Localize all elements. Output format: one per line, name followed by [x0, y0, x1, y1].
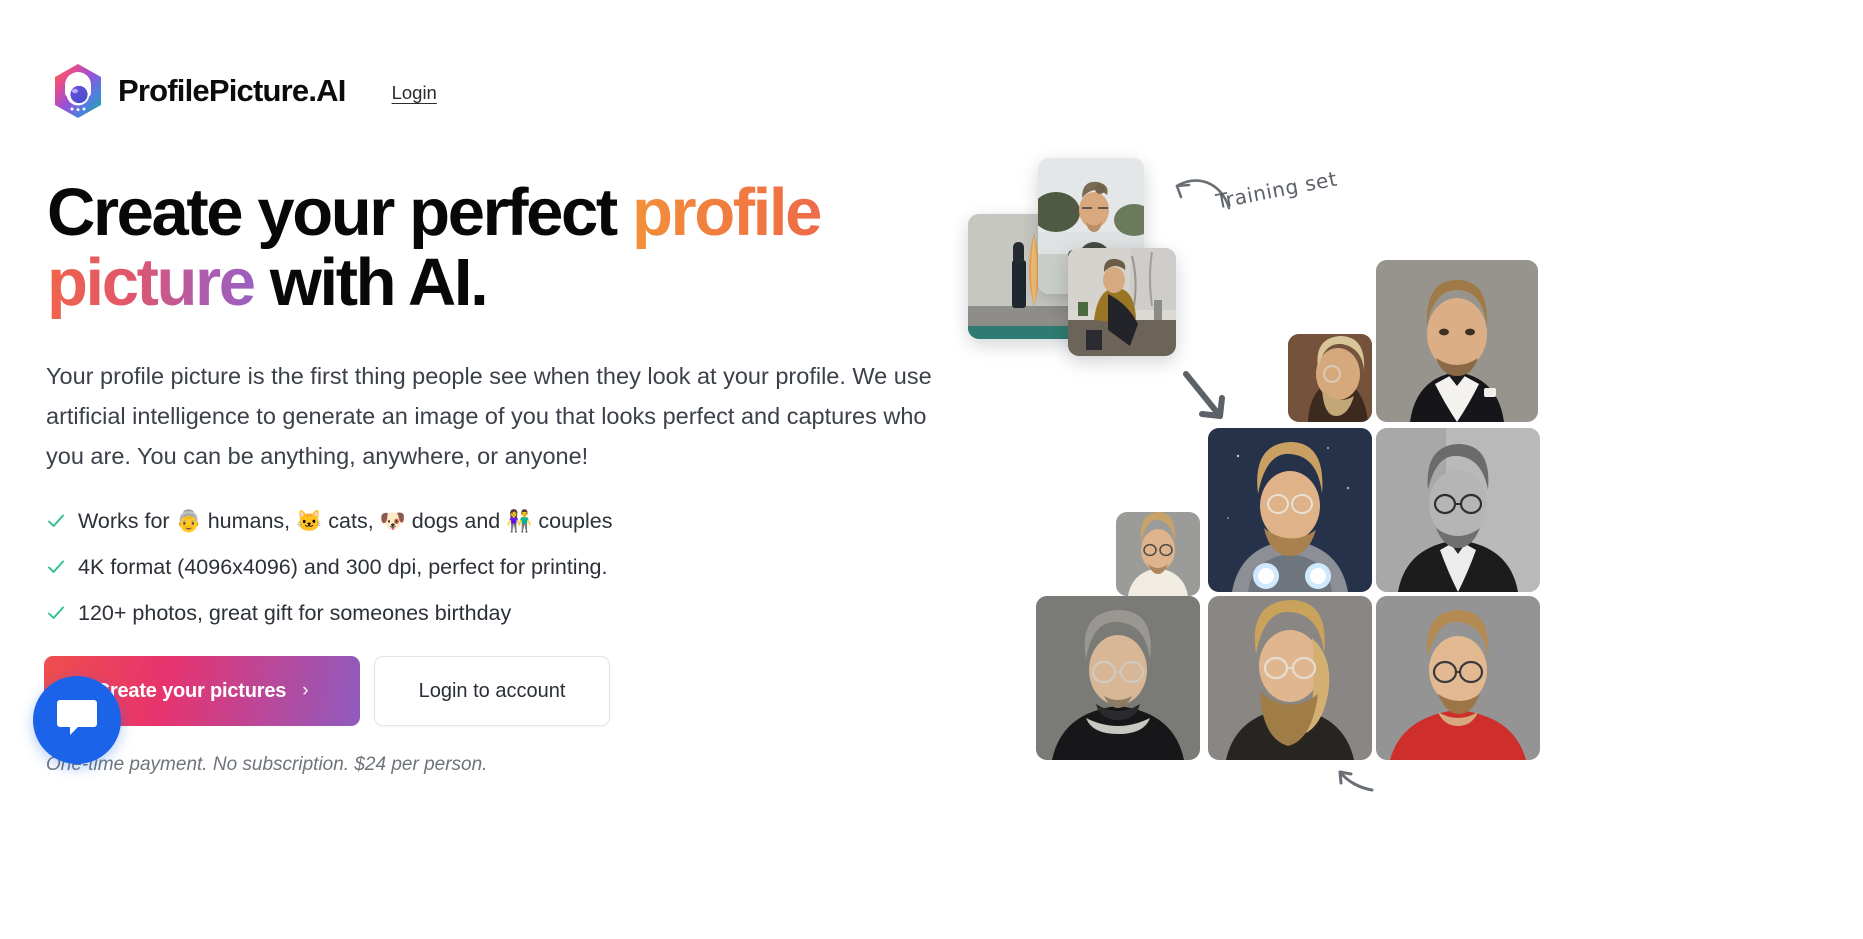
check-icon: [46, 603, 66, 623]
feature-list: Works for 👵 humans, 🐱 cats, 🐶 dogs and 👫…: [46, 498, 806, 636]
chat-bubble-icon: [55, 697, 99, 744]
landing-page: ProfilePicture.AI Login Create your perf…: [0, 0, 1863, 939]
generated-photo-profile-warm: [1288, 334, 1372, 422]
hero-description: Your profile picture is the first thing …: [46, 363, 932, 469]
feature-text-segment: cats,: [322, 508, 380, 533]
older-person-emoji: 👵: [175, 509, 202, 533]
small-arrow-icon: [1330, 766, 1376, 801]
headline-gradient-profile: profile: [632, 175, 822, 250]
cta-button-row: Create your pictures › Login to account: [44, 656, 610, 726]
feature-text-segment: couples: [532, 508, 613, 533]
headline-text-2: with AI.: [253, 245, 489, 321]
create-pictures-label: Create your pictures: [95, 679, 287, 702]
feature-text-segment: humans,: [201, 508, 297, 533]
cat-face-emoji: 🐱: [296, 509, 323, 533]
login-link[interactable]: Login: [392, 78, 437, 104]
training-photo-sitting: [1068, 248, 1176, 356]
check-icon: [46, 557, 66, 577]
login-to-account-button[interactable]: Login to account: [374, 656, 610, 726]
diagonal-arrow-icon: [1178, 368, 1234, 433]
feature-item: 4K format (4096x4096) and 300 dpi, perfe…: [46, 544, 806, 590]
site-header: ProfilePicture.AI Login: [52, 63, 437, 119]
feature-label: Works for 👵 humans, 🐱 cats, 🐶 dogs and 👫…: [78, 509, 612, 534]
feature-label: 4K format (4096x4096) and 300 dpi, perfe…: [78, 555, 607, 580]
page-title: Create your perfect profile picture with …: [47, 175, 947, 321]
dog-face-emoji: 🐶: [379, 509, 406, 533]
astronaut-hexagon-logo-icon: [52, 63, 104, 119]
feature-item: 120+ photos, great gift for someones bir…: [46, 590, 806, 636]
generated-photo-longbeard: [1208, 596, 1372, 760]
headline-gradient-picture: picture: [47, 245, 256, 321]
photo-collage: [940, 130, 1580, 939]
feature-item: Works for 👵 humans, 🐱 cats, 🐶 dogs and 👫…: [46, 498, 806, 544]
headline-text-1: Create your perfect: [47, 175, 632, 250]
pricing-fineprint: One-time payment. No subscription. $24 p…: [46, 754, 488, 775]
check-icon: [46, 511, 66, 531]
feature-label: 120+ photos, great gift for someones bir…: [78, 601, 511, 626]
chat-widget-button[interactable]: [33, 676, 121, 764]
generated-photo-redshirt: [1376, 596, 1540, 760]
generated-photo-bw-suit: [1376, 428, 1540, 592]
couple-emoji: 👫: [506, 509, 533, 533]
generated-photo-white-coat: [1116, 512, 1200, 596]
generated-photo-tuxedo: [1376, 260, 1538, 422]
brand-name: ProfilePicture.AI: [118, 73, 346, 108]
feature-text-segment: 120+ photos, great gift for someones bir…: [78, 600, 512, 625]
chevron-right-icon: ›: [302, 680, 309, 701]
generated-photo-scifi: [1208, 428, 1372, 592]
generated-photo-monk: [1036, 596, 1200, 760]
brand-logo-group[interactable]: ProfilePicture.AI: [52, 63, 346, 119]
feature-text-segment: 4K format (4096x4096) and 300 dpi, perfe…: [78, 554, 608, 579]
feature-text-segment: Works for: [78, 508, 176, 533]
feature-text-segment: dogs and: [405, 508, 507, 533]
